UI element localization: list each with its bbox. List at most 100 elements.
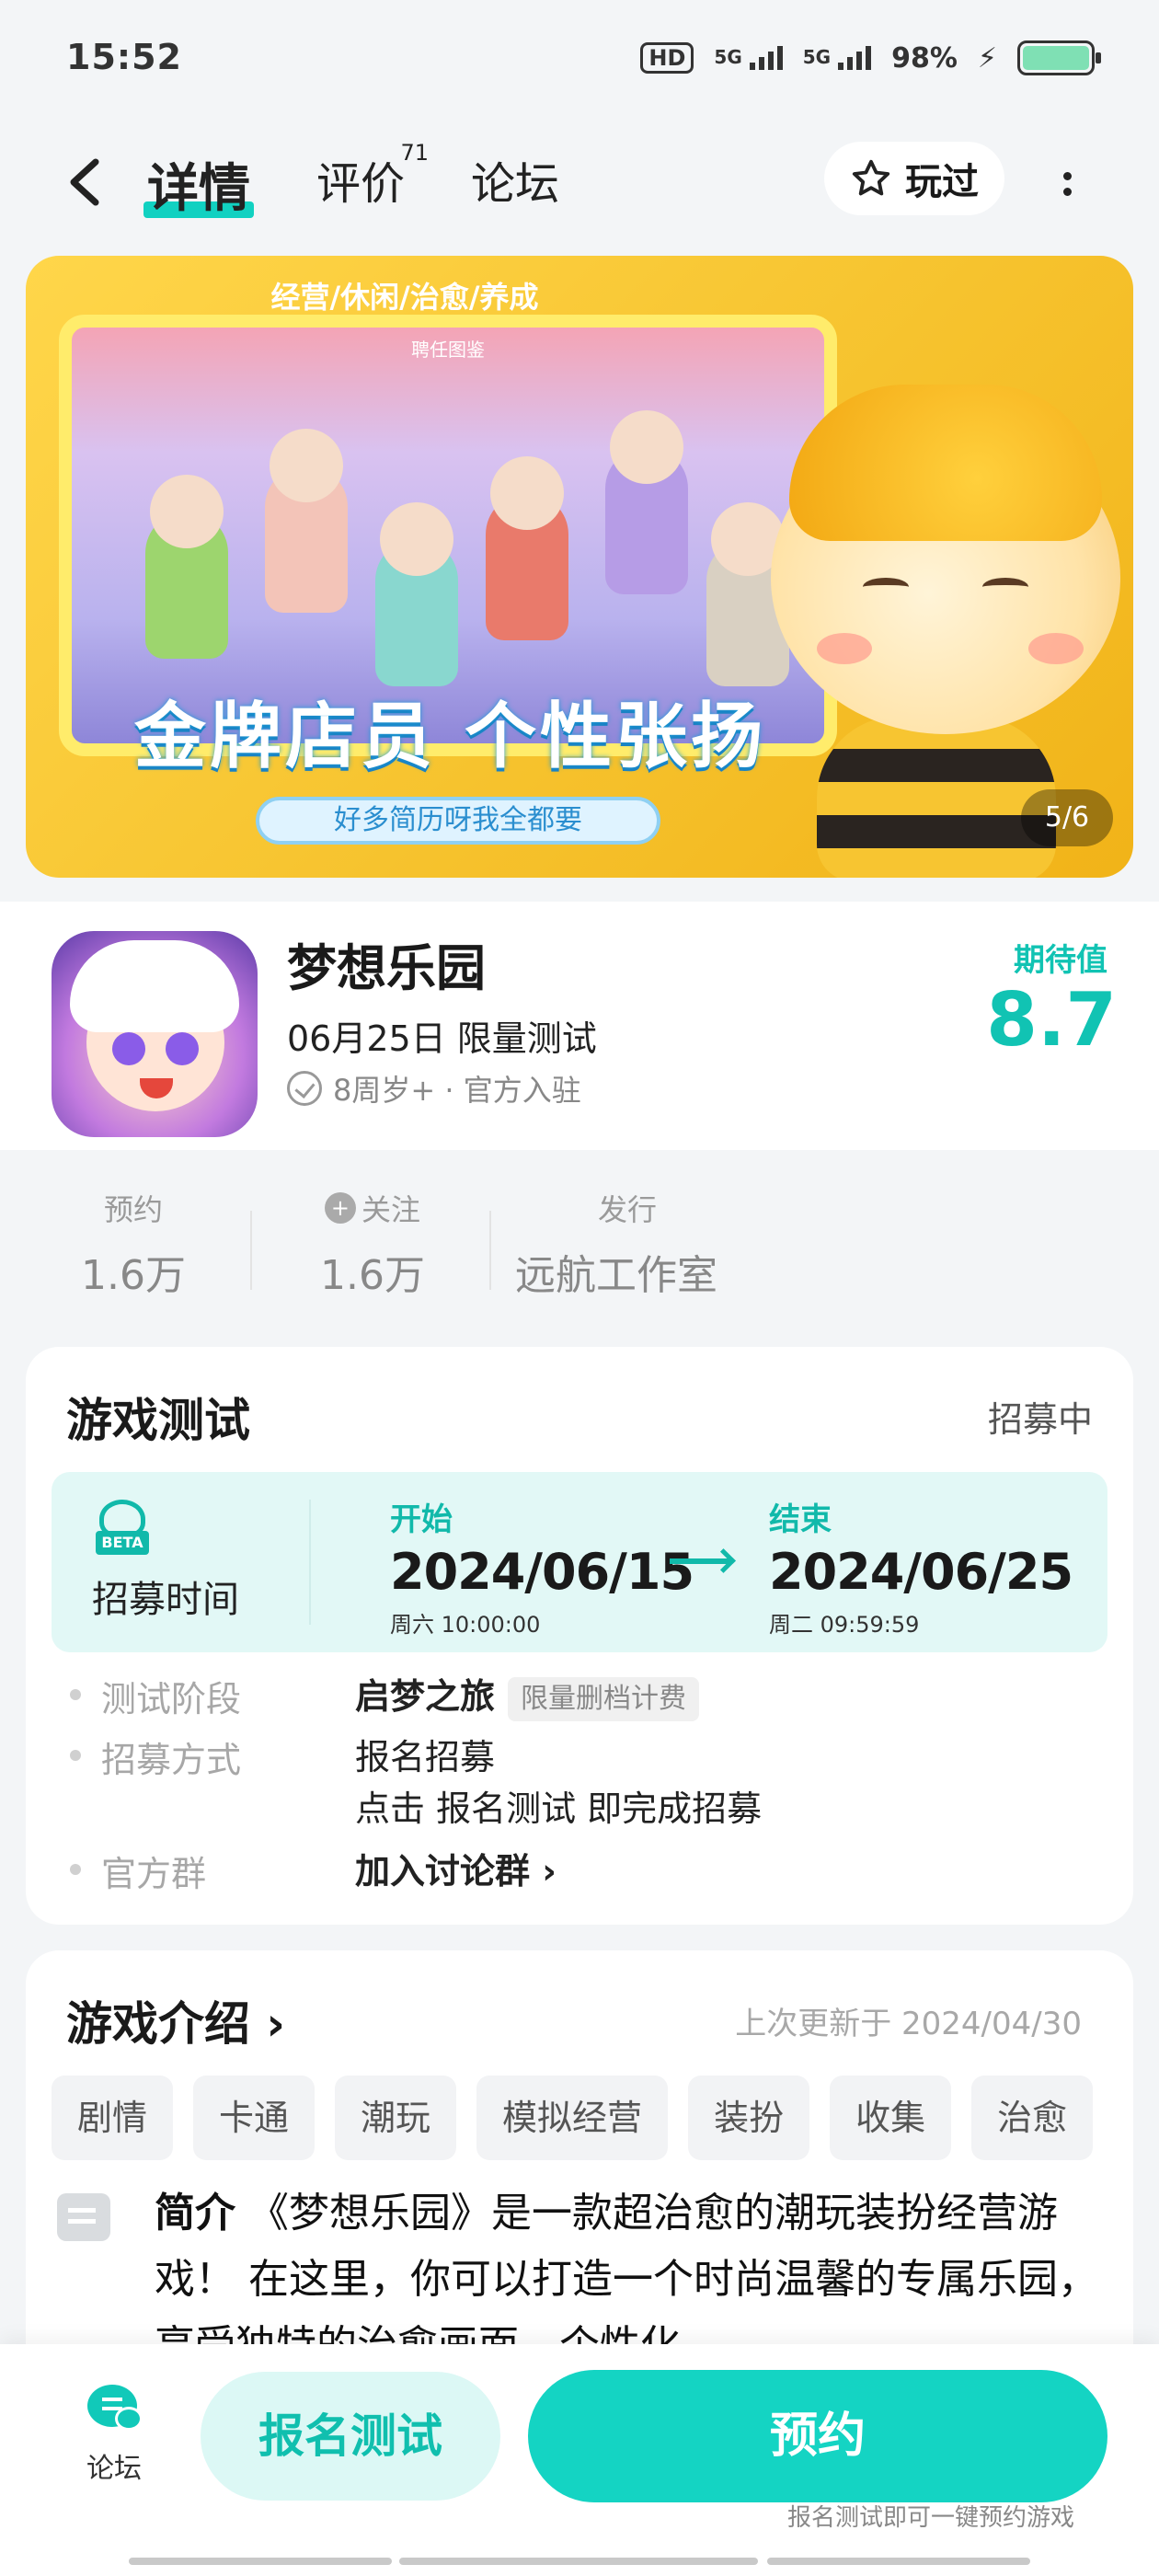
start-label: 开始 xyxy=(390,1501,453,1538)
bottom-action-bar: 论坛 报名测试 预约 报名测试即可一键预约游戏 xyxy=(0,2344,1159,2576)
tag-list[interactable]: 剧情 卡通 潮玩 模拟经营 装扮 收集 治愈 xyxy=(52,2076,1133,2160)
info-key: 测试阶段 xyxy=(101,1679,242,1719)
test-date-status: 06月25日 限量测试 xyxy=(287,1018,597,1059)
document-icon xyxy=(57,2193,110,2241)
stat-reservations: 预约 1.6万 xyxy=(64,1187,202,1301)
banner-slogan: 金牌店员 个性张扬 xyxy=(134,696,767,778)
stat-label: 发行 xyxy=(598,1192,658,1227)
tab-detail[interactable]: 详情 xyxy=(143,147,254,222)
divider xyxy=(250,1211,252,1290)
played-label: 玩过 xyxy=(905,161,979,203)
end-weekday-time: 周二 09:59:59 xyxy=(769,1612,920,1638)
home-indicator xyxy=(129,2558,392,2565)
character-figure xyxy=(145,475,228,659)
stat-value: 1.6万 xyxy=(81,1252,186,1299)
tag-chip[interactable]: 潮玩 xyxy=(335,2076,457,2160)
more-dot xyxy=(1062,172,1072,180)
tag-chip[interactable]: 模拟经营 xyxy=(476,2076,669,2160)
divider xyxy=(309,1500,311,1625)
banner-genre-tags: 经营/休闲/治愈/养成 xyxy=(270,280,539,315)
start-weekday-time: 周六 10:00:00 xyxy=(390,1612,541,1638)
bullet-dot xyxy=(70,1864,81,1875)
tag-chip[interactable]: 装扮 xyxy=(688,2076,810,2160)
tab-review-label: 评价 xyxy=(316,158,406,210)
age-rating-text: 8周岁+ · 官方入驻 xyxy=(333,1073,581,1108)
banner-sub-slogan: 好多简历呀我全都要 xyxy=(256,797,660,845)
signal-icon: 5G xyxy=(714,46,783,70)
beta-clock-icon: BETA xyxy=(96,1500,149,1555)
game-title: 梦想乐园 xyxy=(287,939,486,997)
stat-label: 关注 xyxy=(361,1192,420,1227)
game-app-icon xyxy=(52,931,258,1137)
end-label: 结束 xyxy=(769,1501,832,1538)
character-figure xyxy=(265,429,348,613)
signal-icon-2: 5G xyxy=(802,46,872,70)
end-time: 结束 2024/06/25 周二 09:59:59 xyxy=(769,1494,1073,1639)
tag-chip[interactable]: 卡通 xyxy=(193,2076,316,2160)
expectation-label: 期待值 xyxy=(1014,942,1107,979)
intro-body: 《梦想乐园》是一款超治愈的潮玩装扮经营游戏！ 在这里，你可以打造一个时尚温馨的专… xyxy=(155,2190,1098,2369)
carousel-page-indicator: 5/6 xyxy=(1021,789,1113,846)
character-figure xyxy=(486,456,568,640)
recruit-method: 报名招募 xyxy=(355,1737,496,1777)
stats-row: 预约 1.6万 + 关注 1.6万 发行 远航工作室 xyxy=(0,1174,1159,1321)
status-bar: 15:52 HD 5G 5G 98% ⚡ xyxy=(0,0,1159,110)
top-nav: 详情 评价 71 论坛 玩过 xyxy=(0,138,1159,230)
clock: 15:52 xyxy=(66,37,182,77)
status-icons: HD 5G 5G 98% ⚡ xyxy=(640,40,1101,75)
more-dot xyxy=(1062,188,1072,196)
info-key: 官方群 xyxy=(101,1854,207,1894)
stage-name: 启梦之旅 xyxy=(355,1676,496,1717)
home-indicator xyxy=(767,2558,1030,2565)
reserve-hint: 报名测试即可一键预约游戏 xyxy=(786,2504,1074,2532)
intro-lead: 简介 xyxy=(155,2190,235,2237)
played-button[interactable]: 玩过 xyxy=(824,142,1004,215)
back-button[interactable] xyxy=(61,153,110,212)
tag-chip[interactable]: 治愈 xyxy=(971,2076,1094,2160)
bullet-dot xyxy=(70,1689,81,1700)
bullet-dot xyxy=(70,1750,81,1761)
reserve-button[interactable]: 预约 xyxy=(528,2370,1107,2502)
divider xyxy=(489,1211,491,1290)
signup-test-button[interactable]: 报名测试 xyxy=(201,2372,500,2501)
battery-percent: 98% xyxy=(891,41,958,75)
last-updated: 上次更新于 2024/04/30 xyxy=(735,2006,1082,2042)
forum-label: 论坛 xyxy=(86,2453,142,2485)
network-label-2: 5G xyxy=(802,46,832,68)
start-time: 开始 2024/06/15 周六 10:00:00 xyxy=(390,1494,694,1639)
character-figure xyxy=(605,410,688,594)
check-circle-icon xyxy=(287,1071,322,1106)
network-label: 5G xyxy=(714,46,742,68)
character-figure xyxy=(375,502,458,686)
start-date: 2024/06/15 xyxy=(390,1543,694,1601)
test-card-title: 游戏测试 xyxy=(66,1394,250,1447)
recruit-status: 招募中 xyxy=(987,1399,1093,1440)
join-group-link[interactable]: 加入讨论群 › xyxy=(355,1846,557,1897)
stat-followers[interactable]: + 关注 1.6万 xyxy=(304,1187,442,1301)
stat-label: 预约 xyxy=(103,1192,163,1227)
forum-button[interactable]: 论坛 xyxy=(68,2383,160,2486)
heart-plus-icon: + xyxy=(324,1192,356,1224)
home-indicator xyxy=(399,2558,758,2565)
game-test-card: 游戏测试 招募中 BETA 招募时间 开始 2024/06/15 周六 10:0… xyxy=(26,1347,1133,1925)
publisher-name: 远航工作室 xyxy=(515,1252,717,1299)
battery-icon xyxy=(1017,40,1101,75)
hd-icon: HD xyxy=(640,42,694,74)
stat-value: 1.6万 xyxy=(320,1252,425,1299)
expectation-score: 8.7 xyxy=(986,977,1117,1063)
tag-chip[interactable]: 剧情 xyxy=(52,2076,174,2160)
charging-icon: ⚡ xyxy=(977,41,997,75)
stat-publisher[interactable]: 发行 远航工作室 xyxy=(515,1187,754,1301)
arrow-right-icon xyxy=(670,1558,730,1564)
end-date: 2024/06/25 xyxy=(769,1543,1073,1601)
star-icon xyxy=(852,159,890,196)
recruit-time-box: BETA 招募时间 开始 2024/06/15 周六 10:00:00 结束 2… xyxy=(52,1472,1107,1652)
game-header: 梦想乐园 06月25日 限量测试 8周岁+ · 官方入驻 期待值 8.7 xyxy=(0,902,1159,1150)
tab-review[interactable]: 评价 71 xyxy=(316,140,429,212)
tab-forum[interactable]: 论坛 xyxy=(471,147,559,212)
media-carousel[interactable]: 经营/休闲/治愈/养成 聘任图鉴 金牌店员 个性张扬 好多简历呀我全都要 5/6 xyxy=(26,256,1133,878)
tag-chip[interactable]: 收集 xyxy=(830,2076,952,2160)
chat-bubble-icon xyxy=(82,2383,146,2438)
more-options-button[interactable] xyxy=(1049,156,1085,212)
intro-title-link[interactable]: 游戏介绍 › xyxy=(66,1987,285,2053)
